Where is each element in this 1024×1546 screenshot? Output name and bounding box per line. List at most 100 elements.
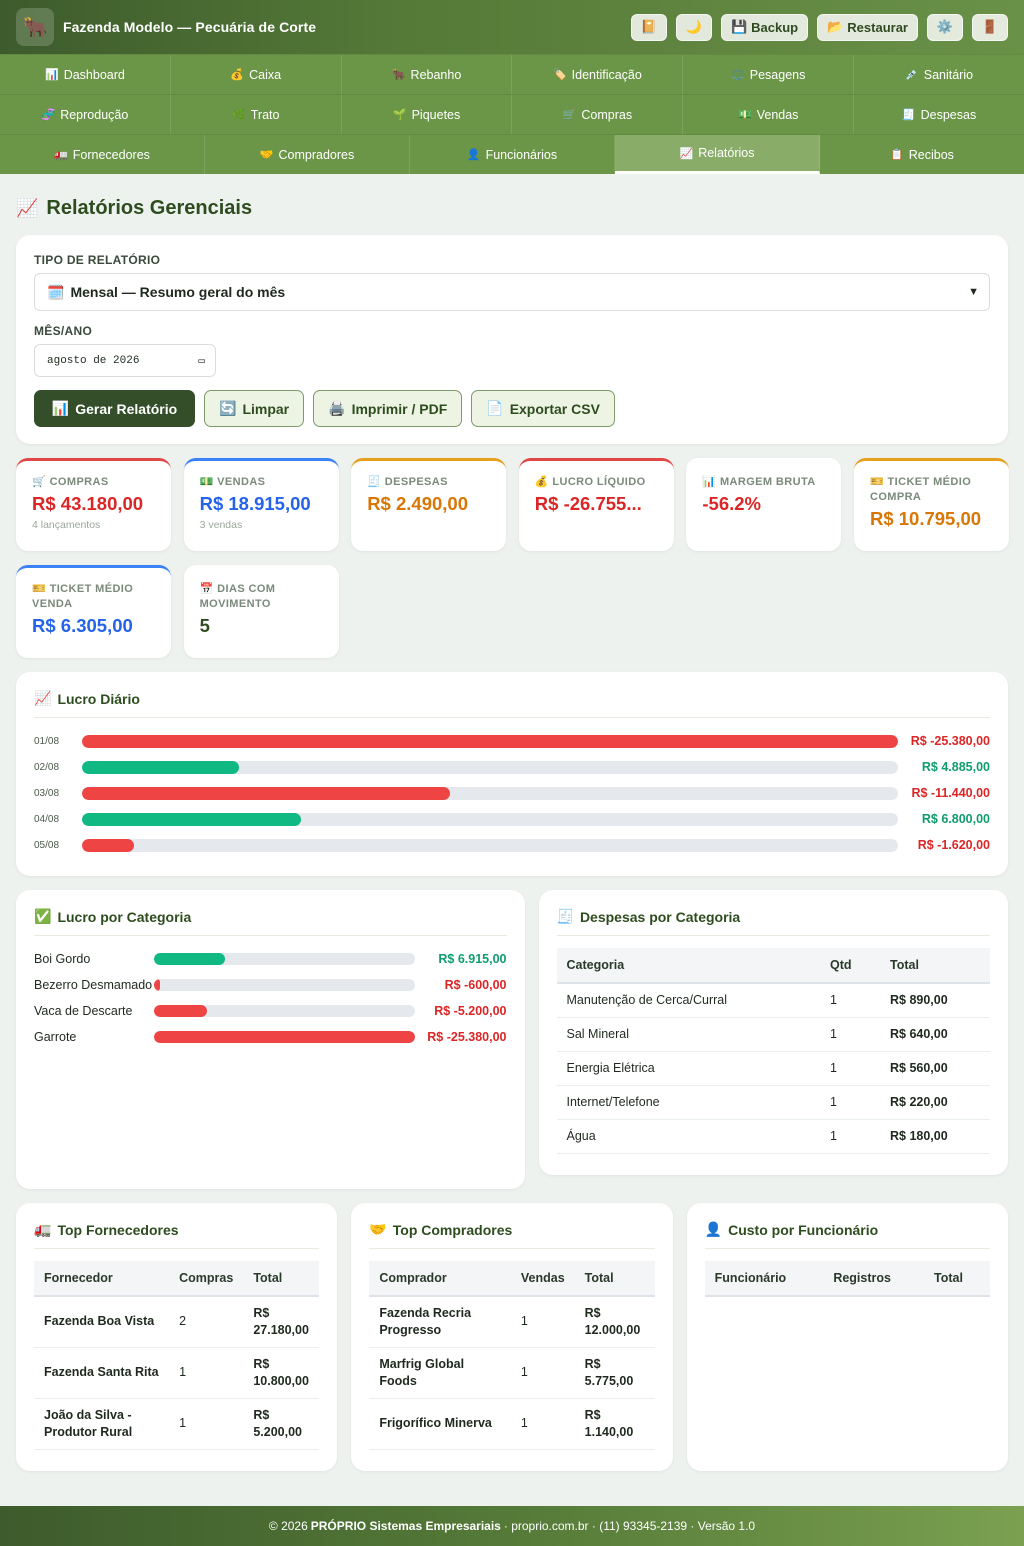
- bar-track: [82, 786, 898, 800]
- nav-label: Caixa: [249, 67, 282, 82]
- export-csv-button[interactable]: 📄 Exportar CSV: [471, 390, 615, 427]
- category-bar-row: Bezerro Desmamado R$ -600,00: [34, 972, 507, 998]
- generate-report-button[interactable]: 📊 Gerar Relatório: [34, 390, 195, 427]
- nav-label: Compras: [581, 107, 633, 122]
- nav-item-reproducao[interactable]: 🧬 Reprodução: [0, 95, 171, 134]
- nav-icon: 💰: [230, 69, 245, 81]
- kpi-label: TICKET MÉDIO VENDA: [32, 583, 134, 610]
- nav-label: Funcionários: [485, 147, 558, 162]
- top-bar: 🐂 Fazenda Modelo — Pecuária de Corte 📔 🌙…: [0, 0, 1024, 54]
- nav-item-dashboard[interactable]: 📊 Dashboard: [0, 55, 171, 94]
- dark-mode-button[interactable]: 🌙: [675, 13, 712, 41]
- nav-item-pesagens[interactable]: ⚖️ Pesagens: [683, 55, 855, 94]
- nav-item-sanitario[interactable]: 💉 Sanitário: [854, 55, 1024, 94]
- nav-label: Rebanho: [410, 67, 462, 82]
- section-title: 🚛 Top Fornecedores: [34, 1221, 320, 1249]
- table-cell: João da Silva - Produtor Rural: [34, 1398, 170, 1450]
- filters-card: TIPO DE RELATÓRIO 🗓️ Mensal — Resumo ger…: [16, 235, 1008, 444]
- receipt-icon: 🧾: [556, 908, 574, 924]
- nav-item-recibos[interactable]: 📋 Recibos: [820, 135, 1024, 174]
- kpi-lucro: 💰 LUCRO LÍQUIDO R$ -26.755...: [518, 458, 674, 551]
- table-row: Fazenda Recria Progresso 1 R$ 12.000,00: [369, 1296, 655, 1348]
- calendar-picker-icon[interactable]: ▭: [198, 354, 205, 368]
- nav-item-compradores[interactable]: 🤝 Compradores: [205, 135, 410, 174]
- table-row: Manutenção de Cerca/Curral 1 R$ 890,00: [556, 983, 990, 1018]
- buyers-table: Comprador Vendas Total Fazenda Recria Pr…: [369, 1261, 655, 1450]
- nav-item-despesas[interactable]: 🧾 Despesas: [854, 95, 1024, 134]
- kpi-value: R$ 2.490,00: [367, 493, 468, 514]
- bar-date: 05/08: [34, 839, 60, 851]
- nav-item-funcionarios[interactable]: 👤 Funcionários: [410, 135, 615, 174]
- table-row: Fazenda Santa Rita 1 R$ 10.800,00: [34, 1347, 320, 1399]
- bar-fill: [154, 1005, 208, 1017]
- table-cell: Marfrig Global Foods: [369, 1347, 511, 1399]
- page-title-text: Relatórios Gerenciais: [46, 196, 253, 219]
- expenses-table: Categoria Qtd Total Manutenção de Cerca/…: [556, 948, 990, 1154]
- nav-item-trato[interactable]: 🌿 Trato: [171, 95, 342, 134]
- bar-fill: [82, 760, 240, 774]
- bar-track: [82, 838, 898, 852]
- backup-button[interactable]: 💾 Backup: [720, 13, 809, 41]
- table-cell: 1: [510, 1398, 575, 1450]
- table-row: Fazenda Boa Vista 2 R$ 27.180,00: [34, 1296, 320, 1348]
- nav-icon: 🧬: [41, 109, 56, 121]
- nav-label: Identificação: [571, 67, 642, 82]
- nav-row-3: 🚛 Fornecedores 🤝 Compradores 👤 Funcionários 📈 R…: [0, 134, 1024, 174]
- nav-label: Trato: [250, 107, 280, 122]
- kpi-value: 5: [199, 615, 210, 636]
- section-title: 🧾 Despesas por Categoria: [556, 908, 990, 936]
- table-cell: R$ 180,00: [880, 1119, 990, 1154]
- logout-button[interactable]: 🚪: [972, 13, 1008, 41]
- bar-track: [154, 979, 415, 991]
- employee-cost-card: 👤 Custo por Funcionário Funcionário Regis…: [686, 1203, 1008, 1471]
- bar-date: 01/08: [34, 735, 60, 747]
- person-icon: 👤: [704, 1221, 723, 1237]
- col-header: Total: [574, 1261, 655, 1297]
- bar-fill: [154, 953, 225, 965]
- notebook-button[interactable]: 📔: [630, 13, 667, 41]
- col-header: Fornecedor: [34, 1261, 170, 1297]
- nav-item-compras[interactable]: 🛒 Compras: [512, 95, 684, 134]
- chevron-down-icon: ▼: [968, 286, 979, 298]
- folder-icon: 📂: [827, 19, 844, 34]
- month-input[interactable]: agosto de 2026 ▭: [34, 344, 216, 377]
- kpi-label: MARGEM BRUTA: [719, 476, 816, 488]
- nav-item-fornecedores[interactable]: 🚛 Fornecedores: [0, 135, 205, 174]
- col-header: Total: [880, 948, 990, 984]
- table-cell: 1: [820, 1119, 880, 1154]
- top-suppliers-card: 🚛 Top Fornecedores Fornecedor Compras Tot…: [16, 1203, 338, 1471]
- kpi-dias: 📅 DIAS COM MOVIMENTO 5: [183, 565, 339, 658]
- category-bar-row: Boi Gordo R$ 6.915,00: [34, 946, 507, 972]
- nav-item-relatorios[interactable]: 📈 Relatórios: [615, 135, 820, 174]
- bar-chart-icon: 📊: [702, 476, 717, 488]
- nav-item-piquetes[interactable]: 🌱 Piquetes: [342, 95, 513, 134]
- restore-button[interactable]: 📂 Restaurar: [817, 13, 918, 41]
- category-bar-row: Vaca de Descarte R$ -5.200,00: [34, 998, 507, 1024]
- clear-button[interactable]: 🔄 Limpar: [204, 390, 305, 427]
- nav-label: Dashboard: [63, 67, 125, 82]
- bar-value: R$ -1.620,00: [917, 838, 990, 852]
- nav-item-caixa[interactable]: 💰 Caixa: [171, 55, 342, 94]
- bar-date: 02/08: [34, 761, 60, 773]
- print-button[interactable]: 🖨️ Imprimir / PDF: [313, 390, 463, 427]
- section-title: 👤 Custo por Funcionário: [704, 1221, 990, 1249]
- expense-category-card: 🧾 Despesas por Categoria Categoria Qtd To…: [538, 890, 1008, 1175]
- table-cell: Água: [556, 1119, 820, 1154]
- kpi-compras: 🛒 COMPRAS R$ 43.180,00 4 lançamentos: [16, 458, 171, 551]
- employees-title: Custo por Funcionário: [728, 1221, 879, 1238]
- profit-category-card: ✅ Lucro por Categoria Boi Gordo R$ 6.915,0…: [16, 890, 525, 1189]
- report-type-select[interactable]: 🗓️ Mensal — Resumo geral do mês ▼: [34, 273, 990, 311]
- table-cell: R$ 1.140,00: [574, 1398, 655, 1450]
- nav-label: Pesagens: [749, 67, 806, 82]
- nav-item-vendas[interactable]: 💵 Vendas: [683, 95, 855, 134]
- nav-item-rebanho[interactable]: 🐂 Rebanho: [342, 55, 513, 94]
- nav-item-identificacao[interactable]: 🏷️ Identificação: [512, 55, 684, 94]
- settings-button[interactable]: ⚙️: [927, 13, 963, 41]
- bar-fill: [82, 812, 301, 826]
- employees-table: Funcionário Registros Total: [704, 1261, 990, 1297]
- category-value: R$ 6.915,00: [438, 952, 507, 966]
- print-label: Imprimir / PDF: [351, 400, 448, 417]
- expenses-title: Despesas por Categoria: [579, 908, 741, 925]
- calendar-icon: 🗓️: [47, 283, 65, 300]
- tops-row: 🚛 Top Fornecedores Fornecedor Compras Tot…: [16, 1203, 1008, 1471]
